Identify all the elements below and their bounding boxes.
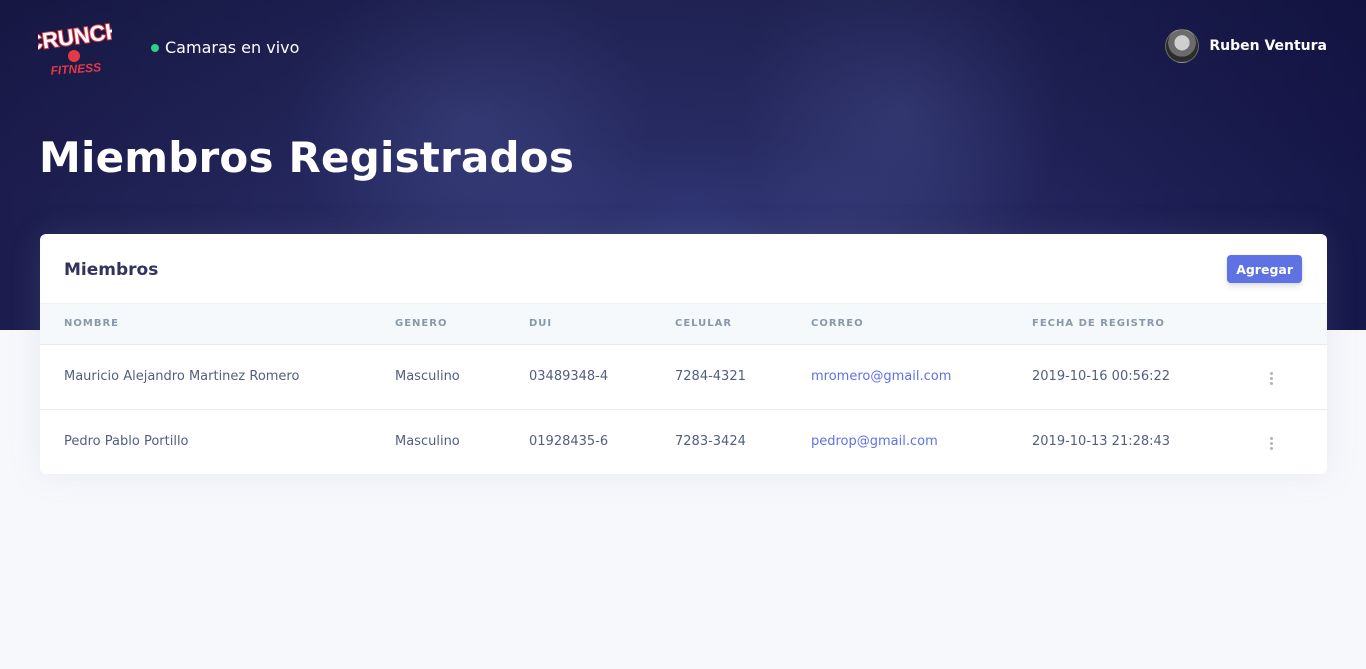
logo-fist-icon (68, 50, 80, 62)
more-options-icon[interactable] (1262, 368, 1281, 389)
column-header-fecha[interactable]: FECHA DE REGISTRO (1032, 304, 1262, 345)
column-header-genero[interactable]: GENERO (395, 304, 529, 345)
live-status-dot-icon (151, 44, 159, 52)
column-header-dui[interactable]: DUI (529, 304, 675, 345)
card-header: Miembros Agregar (40, 234, 1327, 304)
card-title: Miembros (64, 260, 159, 280)
user-name: Ruben Ventura (1209, 38, 1327, 54)
logo-subword: FITNESS (50, 60, 102, 78)
cell-nombre: Pedro Pablo Portillo (64, 434, 189, 450)
add-member-button[interactable]: Agregar (1227, 255, 1302, 283)
cell-fecha: 2019-10-16 00:56:22 (1032, 369, 1171, 384)
column-header-nombre[interactable]: NOMBRE (40, 304, 395, 345)
live-cameras-link[interactable]: Camaras en vivo (151, 36, 299, 58)
table-header-row: NOMBRE GENERO DUI CELULAR CORREO FECHA D… (40, 304, 1327, 345)
cell-celular: 7284-4321 (675, 369, 746, 384)
top-navbar: CRUNCH FITNESS Camaras en vivo Ruben Ven… (0, 0, 1366, 90)
avatar (1165, 29, 1200, 63)
cell-dui: 03489348-4 (529, 369, 609, 384)
crunch-logo-icon: CRUNCH FITNESS (38, 17, 112, 78)
cell-dui: 01928435-6 (529, 434, 609, 450)
logo-wordmark: CRUNCH (38, 18, 112, 56)
user-menu[interactable]: Ruben Ventura (1165, 28, 1327, 64)
table-row[interactable]: Pedro Pablo Portillo Masculino 01928435-… (40, 409, 1327, 474)
page-title: Miembros Registrados (39, 133, 575, 182)
more-options-icon[interactable] (1262, 433, 1281, 454)
brand-logo[interactable]: CRUNCH FITNESS (38, 14, 112, 78)
members-table: NOMBRE GENERO DUI CELULAR CORREO FECHA D… (40, 304, 1327, 474)
cell-genero: Masculino (395, 369, 460, 384)
live-cameras-label: Camaras en vivo (165, 37, 300, 57)
cell-actions (1262, 344, 1327, 409)
cell-fecha: 2019-10-13 21:28:43 (1032, 434, 1171, 450)
cell-correo[interactable]: mromero@gmail.com (811, 344, 1032, 409)
cell-actions (1262, 409, 1327, 474)
column-header-celular[interactable]: CELULAR (675, 304, 811, 345)
cell-nombre: Mauricio Alejandro Martinez Romero (64, 369, 300, 384)
column-header-actions (1262, 304, 1327, 345)
members-card: Miembros Agregar NOMBRE GENERO DUI CELUL… (40, 234, 1327, 474)
cell-celular: 7283-3424 (675, 434, 746, 450)
cell-correo[interactable]: pedrop@gmail.com (811, 409, 1032, 474)
column-header-correo[interactable]: CORREO (811, 304, 1032, 345)
table-row[interactable]: Mauricio Alejandro Martinez Romero Mascu… (40, 344, 1327, 409)
cell-genero: Masculino (395, 434, 460, 450)
